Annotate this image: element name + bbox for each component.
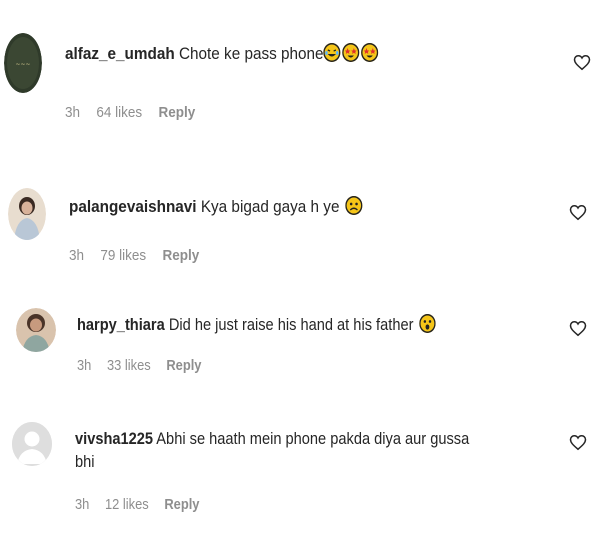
astonished-face-emoji: [419, 314, 436, 333]
star-struck-emoji: [342, 43, 360, 62]
comment-time: 3h: [69, 247, 85, 264]
cropped-text-fragment: — — — — — — — —: [66, 136, 211, 144]
avatar[interactable]: [8, 188, 46, 240]
reply-button[interactable]: Reply: [163, 247, 200, 264]
comment-meta: 3h 12 likes Reply: [75, 496, 212, 513]
comment-likes-count[interactable]: 12 likes: [105, 496, 149, 513]
comment-time: 3h: [65, 104, 81, 121]
reply-button[interactable]: Reply: [164, 496, 199, 513]
comment-meta: 3h 79 likes Reply: [69, 247, 212, 264]
svg-text:~~~: ~~~: [15, 61, 30, 68]
reply-button[interactable]: Reply: [159, 104, 196, 121]
comment-time: 3h: [77, 357, 92, 374]
avatar[interactable]: ~~~: [4, 33, 42, 93]
worried-face-emoji: [345, 196, 363, 215]
avatar[interactable]: [12, 422, 52, 466]
comment-text: Abhi se haath mein phone pakda diya aur …: [156, 429, 470, 448]
comment-line: harpy_thiara Did he just raise his hand …: [77, 314, 436, 335]
comment-username[interactable]: harpy_thiara: [77, 315, 165, 334]
reply-button[interactable]: Reply: [166, 357, 201, 374]
comment-meta: 3h 33 likes Reply: [77, 357, 214, 374]
comment-username[interactable]: palangevaishnavi: [69, 197, 197, 216]
comment-time: 3h: [75, 496, 90, 513]
comment-text-continued: bhi: [75, 452, 95, 471]
comment-text: Did he just raise his hand at his father: [168, 315, 414, 334]
comment-meta: 3h 64 likes Reply: [65, 104, 208, 121]
heart-outline-icon[interactable]: [569, 320, 587, 337]
avatar[interactable]: [16, 308, 56, 352]
heart-outline-icon[interactable]: [569, 434, 587, 451]
star-struck-emoji: [361, 43, 379, 62]
comment-username[interactable]: alfaz_e_umdah: [65, 44, 175, 63]
heart-outline-icon[interactable]: [573, 54, 591, 71]
comment-likes-count[interactable]: 33 likes: [107, 357, 151, 374]
comment-text: Chote ke pass phone: [178, 44, 324, 63]
comment-text: Kya bigad gaya h ye: [200, 197, 340, 216]
comment-username[interactable]: vivsha1225: [75, 429, 153, 448]
comment-line: vivsha1225 Abhi se haath mein phone pakd…: [75, 429, 469, 449]
laughing-tears-emoji: [323, 43, 341, 62]
comment-line: alfaz_e_umdah Chote ke pass phone: [65, 43, 379, 64]
heart-outline-icon[interactable]: [569, 204, 587, 221]
comment-line: palangevaishnavi Kya bigad gaya h ye: [69, 196, 363, 217]
comment-likes-count[interactable]: 64 likes: [96, 104, 142, 121]
comment-likes-count[interactable]: 79 likes: [100, 247, 146, 264]
